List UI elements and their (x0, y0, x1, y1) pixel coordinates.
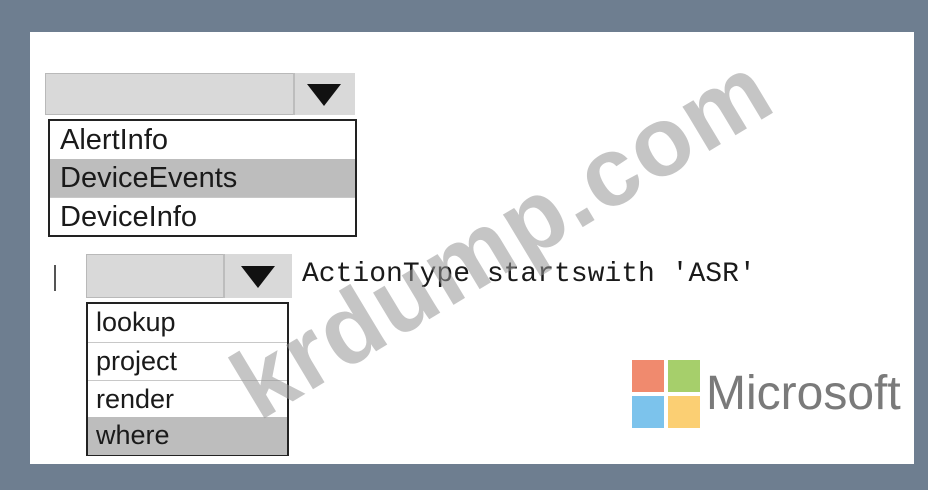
logo-square-yellow (668, 396, 700, 428)
operator-dropdown-button[interactable] (223, 254, 292, 298)
option-lookup[interactable]: lookup (88, 304, 287, 342)
operator-dropdown-list: lookup project render where (86, 302, 289, 456)
option-render[interactable]: render (88, 380, 287, 418)
chevron-down-icon (241, 266, 275, 288)
option-deviceinfo[interactable]: DeviceInfo (50, 197, 355, 235)
logo-square-blue (632, 396, 664, 428)
option-project[interactable]: project (88, 342, 287, 380)
chevron-down-icon (307, 84, 341, 106)
logo-square-red (632, 360, 664, 392)
table-dropdown-button[interactable] (293, 73, 355, 115)
option-where[interactable]: where (88, 417, 287, 455)
option-deviceevents[interactable]: DeviceEvents (50, 159, 355, 197)
query-text: ActionType startswith 'ASR' (302, 259, 756, 290)
microsoft-logo-icon (632, 360, 700, 428)
text-cursor (54, 265, 56, 291)
option-alertinfo[interactable]: AlertInfo (50, 121, 355, 159)
table-dropdown-list: AlertInfo DeviceEvents DeviceInfo (48, 119, 357, 237)
logo-square-green (668, 360, 700, 392)
question-panel: AlertInfo DeviceEvents DeviceInfo lookup… (30, 32, 914, 464)
microsoft-wordmark: Microsoft (706, 367, 901, 420)
